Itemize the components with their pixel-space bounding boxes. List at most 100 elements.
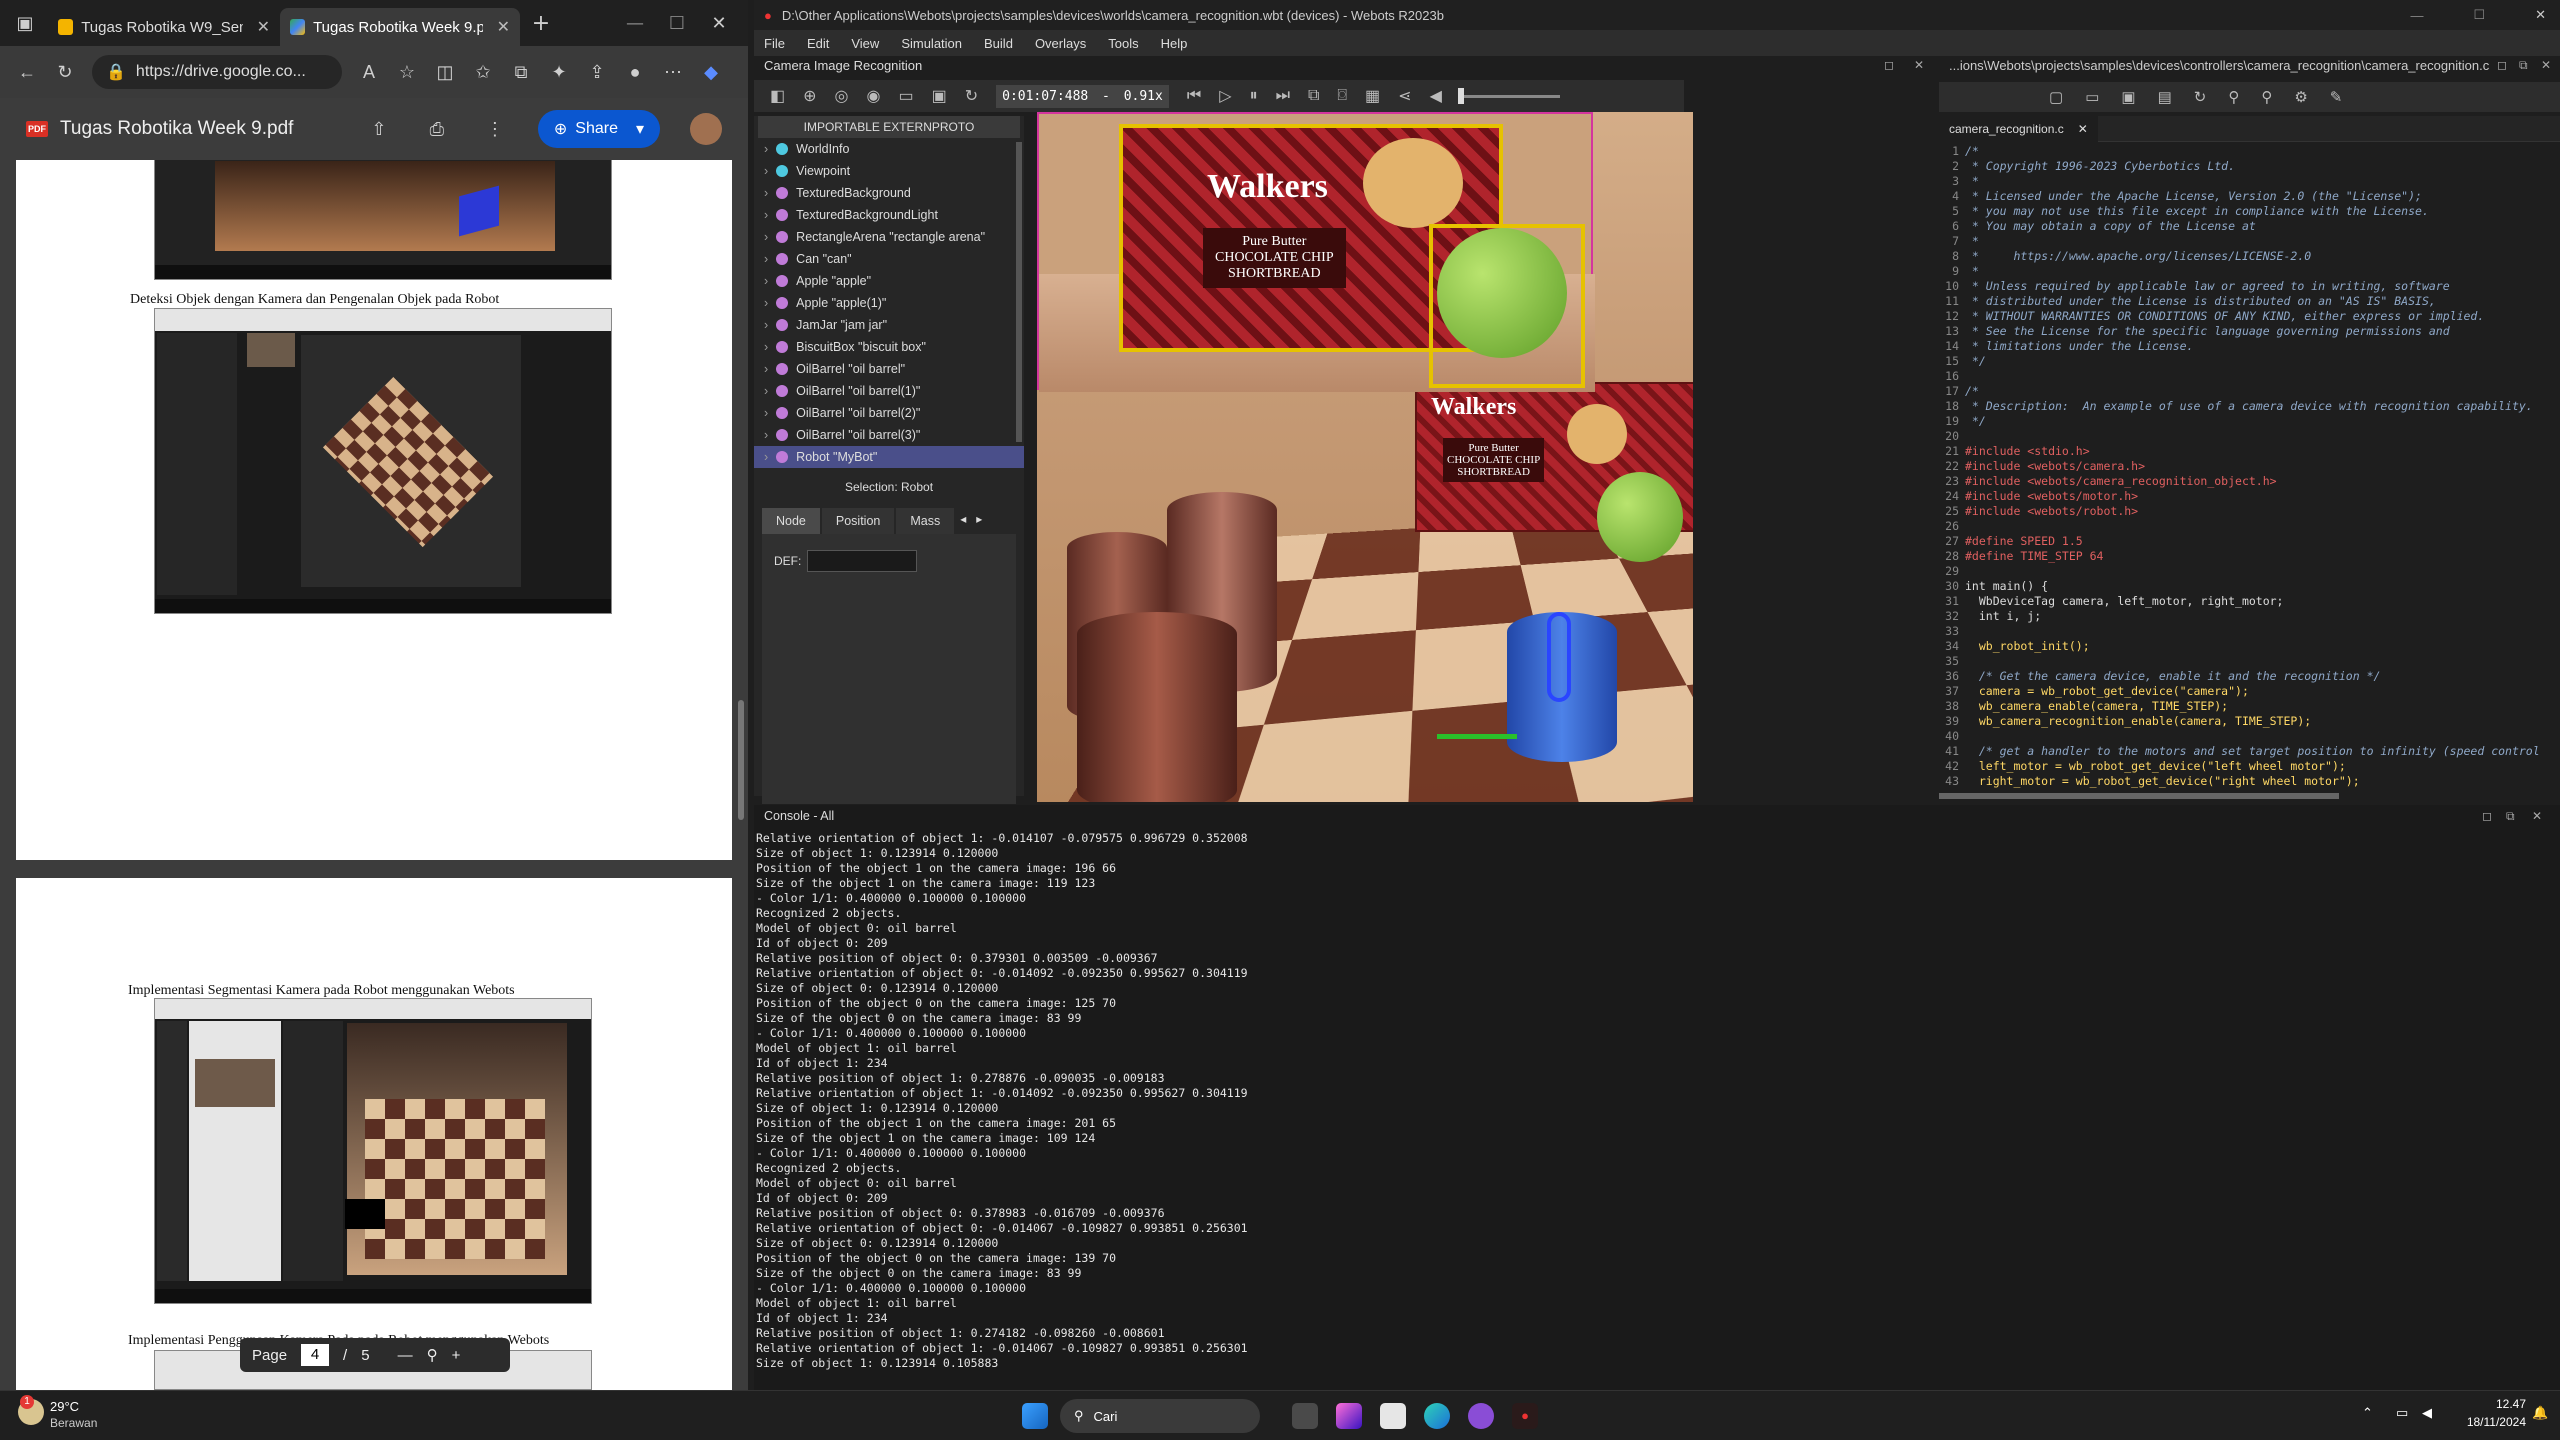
add-to-drive-icon[interactable]: ⇧	[368, 119, 390, 140]
expand-arrow-icon[interactable]: ›	[764, 252, 768, 266]
task-view-icon[interactable]	[1292, 1403, 1318, 1429]
tab-pdf[interactable]: Tugas Robotika Week 9.pdf - Goo ✕	[280, 8, 520, 46]
close-tab-icon[interactable]: ✕	[257, 17, 270, 37]
minimize-icon[interactable]: —	[624, 13, 646, 34]
scene-tree-item[interactable]: › BiscuitBox "biscuit box"	[754, 336, 1024, 358]
maximize-panel-icon[interactable]: ⧉	[2519, 58, 2528, 73]
expand-arrow-icon[interactable]: ›	[764, 362, 768, 376]
menu-build[interactable]: Build	[984, 36, 1013, 51]
minimize-icon[interactable]: —	[2410, 8, 2423, 23]
editor-hscrollbar[interactable]	[1939, 793, 2339, 799]
replace-icon[interactable]: ⚲	[2261, 88, 2272, 106]
clean-icon[interactable]: ✎	[2330, 88, 2343, 106]
sound-icon[interactable]: ◀	[1430, 86, 1442, 106]
tree-scrollbar[interactable]	[1016, 142, 1022, 442]
close-window-icon[interactable]: ✕	[2535, 7, 2546, 23]
expand-arrow-icon[interactable]: ›	[764, 230, 768, 244]
close-tab-icon[interactable]: ✕	[2078, 122, 2088, 136]
expand-arrow-icon[interactable]: ›	[764, 142, 768, 156]
close-window-icon[interactable]: ✕	[708, 13, 730, 34]
menu-overlays[interactable]: Overlays	[1035, 36, 1086, 51]
chevron-up-icon[interactable]: ⌃	[2362, 1405, 2373, 1421]
menu-file[interactable]: File	[764, 36, 785, 51]
tab-scroll-left-icon[interactable]: ◂	[956, 508, 970, 534]
editor-tab[interactable]: camera_recognition.c ✕	[1939, 116, 2098, 142]
tab-node[interactable]: Node	[762, 508, 820, 534]
expand-arrow-icon[interactable]: ›	[764, 164, 768, 178]
share-button[interactable]: ⊕ Share ▾	[538, 110, 660, 148]
scrollbar-thumb[interactable]	[738, 700, 744, 820]
scene-tree-item[interactable]: › Apple "apple(1)"	[754, 292, 1024, 314]
split-screen-icon[interactable]: ◫	[434, 62, 456, 83]
scene-tree-item[interactable]: › TexturedBackgroundLight	[754, 204, 1024, 226]
obs-icon[interactable]	[1468, 1403, 1494, 1429]
find-icon[interactable]: ⚲	[2228, 88, 2239, 106]
save-world-icon[interactable]: ▣	[932, 86, 947, 106]
zoom-icon[interactable]: ⚲	[427, 1346, 438, 1364]
extensions-icon[interactable]: ✦	[548, 62, 570, 83]
scene-tree-item[interactable]: › OilBarrel "oil barrel(1)"	[754, 380, 1024, 402]
zoom-in-icon[interactable]: +	[452, 1347, 461, 1364]
robot-axis-gizmo[interactable]	[1547, 612, 1571, 702]
more-icon[interactable]: ⋯	[662, 62, 684, 83]
screenshot-icon[interactable]: ⌼	[1337, 87, 1347, 105]
scene-tree-item[interactable]: › TexturedBackground	[754, 182, 1024, 204]
save-icon[interactable]: ▣	[2121, 88, 2135, 106]
scene-tree-item[interactable]: › Can "can"	[754, 248, 1024, 270]
expand-arrow-icon[interactable]: ›	[764, 406, 768, 420]
scene-tree-item[interactable]: › OilBarrel "oil barrel(2)"	[754, 402, 1024, 424]
expand-arrow-icon[interactable]: ›	[764, 340, 768, 354]
importable-externproto-header[interactable]: IMPORTABLE EXTERNPROTO	[758, 116, 1020, 138]
clock-time[interactable]: 12.47	[2462, 1397, 2526, 1411]
close-panel-icon[interactable]: ✕	[2541, 58, 2551, 72]
expand-arrow-icon[interactable]: ›	[764, 450, 768, 464]
rendering-icon[interactable]: ⧉	[1308, 87, 1319, 105]
search-box[interactable]: ⚲ Cari	[1060, 1399, 1260, 1433]
open-file-icon[interactable]: ▭	[2085, 88, 2099, 106]
back-icon[interactable]: ←	[16, 62, 38, 83]
undock-icon[interactable]: ◻	[2497, 58, 2507, 72]
build-icon[interactable]: ⚙	[2294, 88, 2307, 106]
volume-slider[interactable]	[1460, 95, 1560, 98]
copilot-icon[interactable]	[1336, 1403, 1362, 1429]
menu-edit[interactable]: Edit	[807, 36, 829, 51]
view-icon[interactable]: ◉	[867, 86, 881, 106]
scene-tree-item[interactable]: › RectangleArena "rectangle arena"	[754, 226, 1024, 248]
photos-icon[interactable]	[1380, 1403, 1406, 1429]
network-icon[interactable]: ▭	[2396, 1405, 2408, 1421]
scene-tree-item[interactable]: › Apple "apple"	[754, 270, 1024, 292]
start-icon[interactable]	[1022, 1403, 1048, 1429]
undock-icon[interactable]: ◻	[2482, 809, 2492, 823]
profile-icon[interactable]: ●	[624, 62, 646, 83]
avatar[interactable]	[690, 113, 722, 145]
fast-forward-icon[interactable]: ⏭	[1276, 87, 1290, 105]
new-file-icon[interactable]: ▢	[2049, 88, 2063, 106]
notifications-icon[interactable]: 🔔	[2532, 1405, 2548, 1421]
maximize-icon[interactable]: ☐	[2473, 7, 2485, 23]
3d-view[interactable]: Walkers Pure Butter CHOCOLATE CHIP SHORT…	[1037, 112, 1693, 802]
x-axis-handle[interactable]	[1437, 734, 1517, 739]
expand-arrow-icon[interactable]: ›	[764, 274, 768, 288]
console-output[interactable]: Relative orientation of object 1: -0.014…	[756, 831, 1756, 1390]
reload-world-icon[interactable]: ↻	[965, 86, 978, 106]
def-input[interactable]	[807, 550, 917, 572]
add-node-icon[interactable]: ⊕	[803, 86, 816, 106]
scene-tree-item[interactable]: › JamJar "jam jar"	[754, 314, 1024, 336]
share-icon[interactable]: ⇪	[586, 62, 608, 83]
menu-simulation[interactable]: Simulation	[901, 36, 962, 51]
favorites-icon[interactable]: ✩	[472, 62, 494, 83]
close-panel-icon[interactable]: ✕	[2532, 809, 2542, 823]
tab-mass[interactable]: Mass	[896, 508, 954, 534]
tab-w9-sheet[interactable]: Tugas Robotika W9_Semester Ga ✕	[48, 8, 280, 46]
favorite-icon[interactable]: ☆	[396, 62, 418, 83]
reset-view-icon[interactable]: ◎	[835, 86, 849, 106]
page-number-input[interactable]: 4	[301, 1344, 329, 1366]
new-tab-icon[interactable]: +	[530, 11, 552, 36]
clock-date[interactable]: 18/11/2024	[2448, 1415, 2526, 1429]
read-aloud-icon[interactable]: A	[358, 62, 380, 83]
expand-arrow-icon[interactable]: ›	[764, 384, 768, 398]
undock-icon[interactable]: ◻	[1884, 58, 1894, 72]
tab-actions-icon[interactable]: ▣	[14, 13, 36, 34]
scene-tree-item[interactable]: › OilBarrel "oil barrel"	[754, 358, 1024, 380]
expand-arrow-icon[interactable]: ›	[764, 208, 768, 222]
